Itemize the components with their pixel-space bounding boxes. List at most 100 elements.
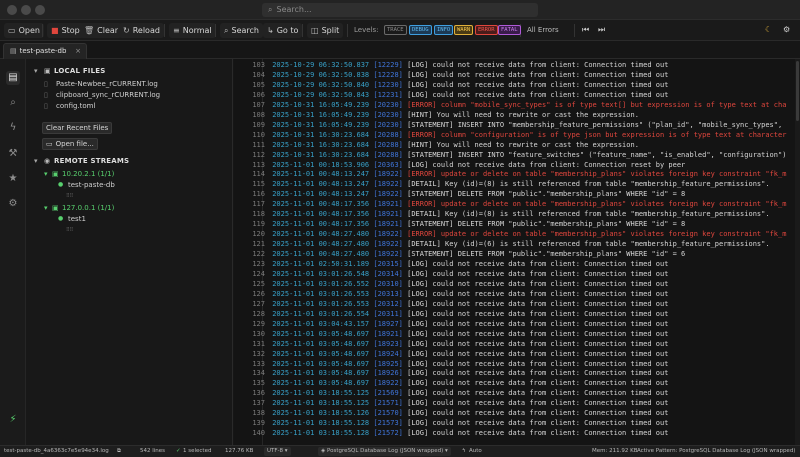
previous-error-icon[interactable]: ⏮ — [582, 24, 589, 36]
local-file-item[interactable]: Paste-Newbee_rCURRENT.log — [56, 79, 158, 89]
theme-moon-icon[interactable]: ☾ — [765, 24, 772, 36]
search-icon[interactable]: ⌕ — [6, 96, 20, 110]
level-debug-toggle[interactable]: DEBUG — [409, 25, 432, 35]
settings-icon[interactable]: ⚙ — [6, 197, 20, 211]
clear-recent-files-button[interactable]: Clear Recent Files — [42, 122, 113, 134]
close-window-button[interactable] — [7, 5, 17, 15]
log-message: Key (id)=(8) is still referenced from ta… — [445, 180, 770, 189]
log-row[interactable]: 135 2025-11-01 03:05:48.697 [18922] [LOG… — [234, 379, 668, 388]
status-auto[interactable]: Auto — [469, 446, 482, 457]
log-message: DELETE FROM "public"."membership_plans" … — [457, 190, 686, 199]
global-search-input[interactable]: ⌕ Search... — [262, 3, 538, 17]
log-row[interactable]: 118 2025-11-01 00:48:17.356 [18921] [DET… — [234, 210, 769, 219]
files-icon[interactable]: ▤ — [6, 71, 20, 85]
minimize-window-button[interactable] — [21, 5, 31, 15]
pattern-select[interactable]: ◈ PostgreSQL Database Log (JSON wrapped)… — [318, 447, 451, 456]
view-mode-select[interactable]: ≡ Normal — [169, 23, 216, 38]
log-row[interactable]: 136 2025-11-01 03:18:55.125 [21569] [LOG… — [234, 389, 668, 398]
log-row[interactable]: 113 2025-11-01 00:18:53.906 [20363] [LOG… — [234, 161, 685, 170]
log-row[interactable]: 131 2025-11-01 03:05:48.697 [18923] [LOG… — [234, 340, 668, 349]
tab-test-paste-db[interactable]: ▤ test-paste-db × — [3, 43, 87, 59]
log-viewer[interactable]: 103 2025-10-29 06:32:50.837 [12229] [LOG… — [234, 59, 800, 445]
log-row[interactable]: 110 2025-10-31 16:30:23.684 [20288] [ERR… — [234, 131, 786, 140]
remote-host-item[interactable]: 127.0.0.1 (1/1) — [62, 203, 114, 213]
level-warn-toggle[interactable]: WARN — [454, 25, 474, 35]
log-row[interactable]: 116 2025-11-01 00:48:13.247 [18922] [STA… — [234, 190, 685, 199]
log-row[interactable]: 108 2025-10-31 16:05:49.239 [20230] [HIN… — [234, 111, 639, 120]
log-row[interactable]: 138 2025-11-01 03:18:55.126 [21570] [LOG… — [234, 409, 668, 418]
connection-status-icon[interactable]: ⚡ — [6, 413, 20, 427]
log-row[interactable]: 117 2025-11-01 00:48:17.356 [18921] [ERR… — [234, 200, 786, 209]
log-row[interactable]: 137 2025-11-01 03:18:55.125 [21571] [LOG… — [234, 399, 668, 408]
local-file-item[interactable]: config.toml — [56, 101, 95, 111]
level-error-toggle[interactable]: ERROR — [475, 25, 498, 35]
expand-chevron-icon[interactable]: ▾ — [44, 169, 48, 179]
log-row[interactable]: 115 2025-11-01 00:48:13.247 [18922] [DET… — [234, 180, 770, 189]
log-row[interactable]: 119 2025-11-01 00:48:17.356 [18921] [STA… — [234, 220, 685, 229]
maximize-window-button[interactable] — [35, 5, 45, 15]
log-row[interactable]: 112 2025-10-31 16:30:23.684 [20288] [STA… — [234, 151, 786, 160]
remote-stream-item[interactable]: test1 — [68, 214, 86, 224]
log-row[interactable]: 114 2025-11-01 00:48:13.247 [18922] [ERR… — [234, 170, 786, 179]
log-row[interactable]: 126 2025-11-01 03:01:26.553 [20313] [LOG… — [234, 290, 668, 299]
close-tab-icon[interactable]: × — [75, 44, 81, 58]
log-row[interactable]: 133 2025-11-01 03:05:48.697 [18925] [LOG… — [234, 360, 668, 369]
log-scrollbar[interactable] — [795, 59, 800, 445]
expand-chevron-icon[interactable]: ▾ — [44, 203, 48, 213]
log-timestamp: 2025-11-01 00:48:27.480 — [272, 230, 370, 239]
collapse-chevron-icon[interactable]: ▾ — [34, 66, 38, 76]
log-row[interactable]: 132 2025-11-01 03:05:48.697 [18924] [LOG… — [234, 350, 668, 359]
level-fatal-toggle[interactable]: FATAL — [498, 25, 521, 35]
level-info-toggle[interactable]: INFO — [434, 25, 454, 35]
drag-handle-icon[interactable]: ⠿⠿ — [66, 225, 73, 235]
log-row[interactable]: 106 2025-10-29 06:32:50.843 [12231] [LOG… — [234, 91, 668, 100]
open-file-button[interactable]: ▭ Open file... — [42, 138, 98, 150]
log-timestamp: 2025-11-01 03:01:26.552 — [272, 279, 370, 288]
stop-button[interactable]: ■ Stop — [47, 23, 84, 38]
search-button[interactable]: ⌕ Search — [220, 23, 263, 38]
remote-stream-item[interactable]: test-paste-db — [68, 180, 115, 190]
log-row[interactable]: 139 2025-11-01 03:18:55.128 [21573] [LOG… — [234, 419, 668, 428]
log-pid: [20312] — [373, 299, 403, 308]
log-row[interactable]: 111 2025-10-31 16:30:23.684 [20288] [HIN… — [234, 141, 639, 150]
log-row[interactable]: 120 2025-11-01 00:48:27.480 [18922] [ERR… — [234, 230, 786, 239]
reload-button[interactable]: ↻ Reload — [119, 23, 164, 38]
settings-gear-icon[interactable]: ⚙ — [783, 24, 790, 36]
level-trace-toggle[interactable]: TRACE — [384, 25, 407, 35]
log-row[interactable]: 122 2025-11-01 00:48:27.480 [18922] [STA… — [234, 250, 685, 259]
log-row[interactable]: 109 2025-10-31 16:05:49.239 [20230] [STA… — [234, 121, 782, 130]
lightning-icon[interactable]: ϟ — [6, 121, 20, 135]
log-row[interactable]: 134 2025-11-01 03:05:48.697 [18926] [LOG… — [234, 369, 668, 378]
goto-button[interactable]: ↳ Go to — [263, 23, 303, 38]
log-row[interactable]: 104 2025-10-29 06:32:50.838 [12228] [LOG… — [234, 71, 668, 80]
split-button[interactable]: ◫ Split — [307, 23, 344, 38]
log-row[interactable]: 130 2025-11-01 03:05:48.697 [18921] [LOG… — [234, 330, 668, 339]
drag-handle-icon[interactable]: ⠿⠿ — [66, 191, 73, 201]
copy-icon[interactable]: ⧉ — [117, 446, 121, 457]
log-row[interactable]: 129 2025-11-01 03:04:43.157 [18927] [LOG… — [234, 320, 668, 329]
log-row[interactable]: 121 2025-11-01 00:48:27.480 [18922] [DET… — [234, 240, 769, 249]
log-row[interactable]: 107 2025-10-31 16:05:49.239 [20230] [ERR… — [234, 101, 786, 110]
log-row[interactable]: 103 2025-10-29 06:32:50.837 [12229] [LOG… — [234, 61, 668, 70]
open-button[interactable]: ▭ Open — [4, 23, 44, 38]
scrollbar-thumb[interactable] — [796, 61, 799, 121]
log-row[interactable]: 125 2025-11-01 03:01:26.552 [20310] [LOG… — [234, 280, 668, 289]
remote-host-item[interactable]: 10.20.2.1 (1/1) — [62, 169, 114, 179]
star-icon[interactable]: ★ — [6, 172, 20, 186]
local-file-item[interactable]: clipboard_sync_rCURRENT.log — [56, 90, 160, 100]
line-number: 112 — [252, 150, 265, 159]
clear-button[interactable]: 🗑 Clear — [80, 23, 123, 38]
all-errors-toggle[interactable]: All Errors — [527, 24, 559, 36]
collapse-chevron-icon[interactable]: ▾ — [34, 156, 38, 166]
encoding-select[interactable]: UTF-8 ▾ — [264, 447, 291, 456]
log-row[interactable]: 105 2025-10-29 06:32:50.840 [12230] [LOG… — [234, 81, 668, 90]
line-number: 137 — [252, 399, 265, 408]
next-error-icon[interactable]: ⏭ — [598, 24, 605, 36]
log-row[interactable]: 128 2025-11-01 03:01:26.554 [20311] [LOG… — [234, 310, 668, 319]
log-row[interactable]: 127 2025-11-01 03:01:26.553 [20312] [LOG… — [234, 300, 668, 309]
log-row[interactable]: 124 2025-11-01 03:01:26.548 [20314] [LOG… — [234, 270, 668, 279]
wrench-icon[interactable]: ⚒ — [6, 147, 20, 161]
log-level: [ERROR] — [407, 100, 437, 109]
log-row[interactable]: 123 2025-11-01 02:50:31.189 [20315] [LOG… — [234, 260, 668, 269]
log-row[interactable]: 140 2025-11-01 03:18:55.128 [21572] [LOG… — [234, 429, 668, 438]
